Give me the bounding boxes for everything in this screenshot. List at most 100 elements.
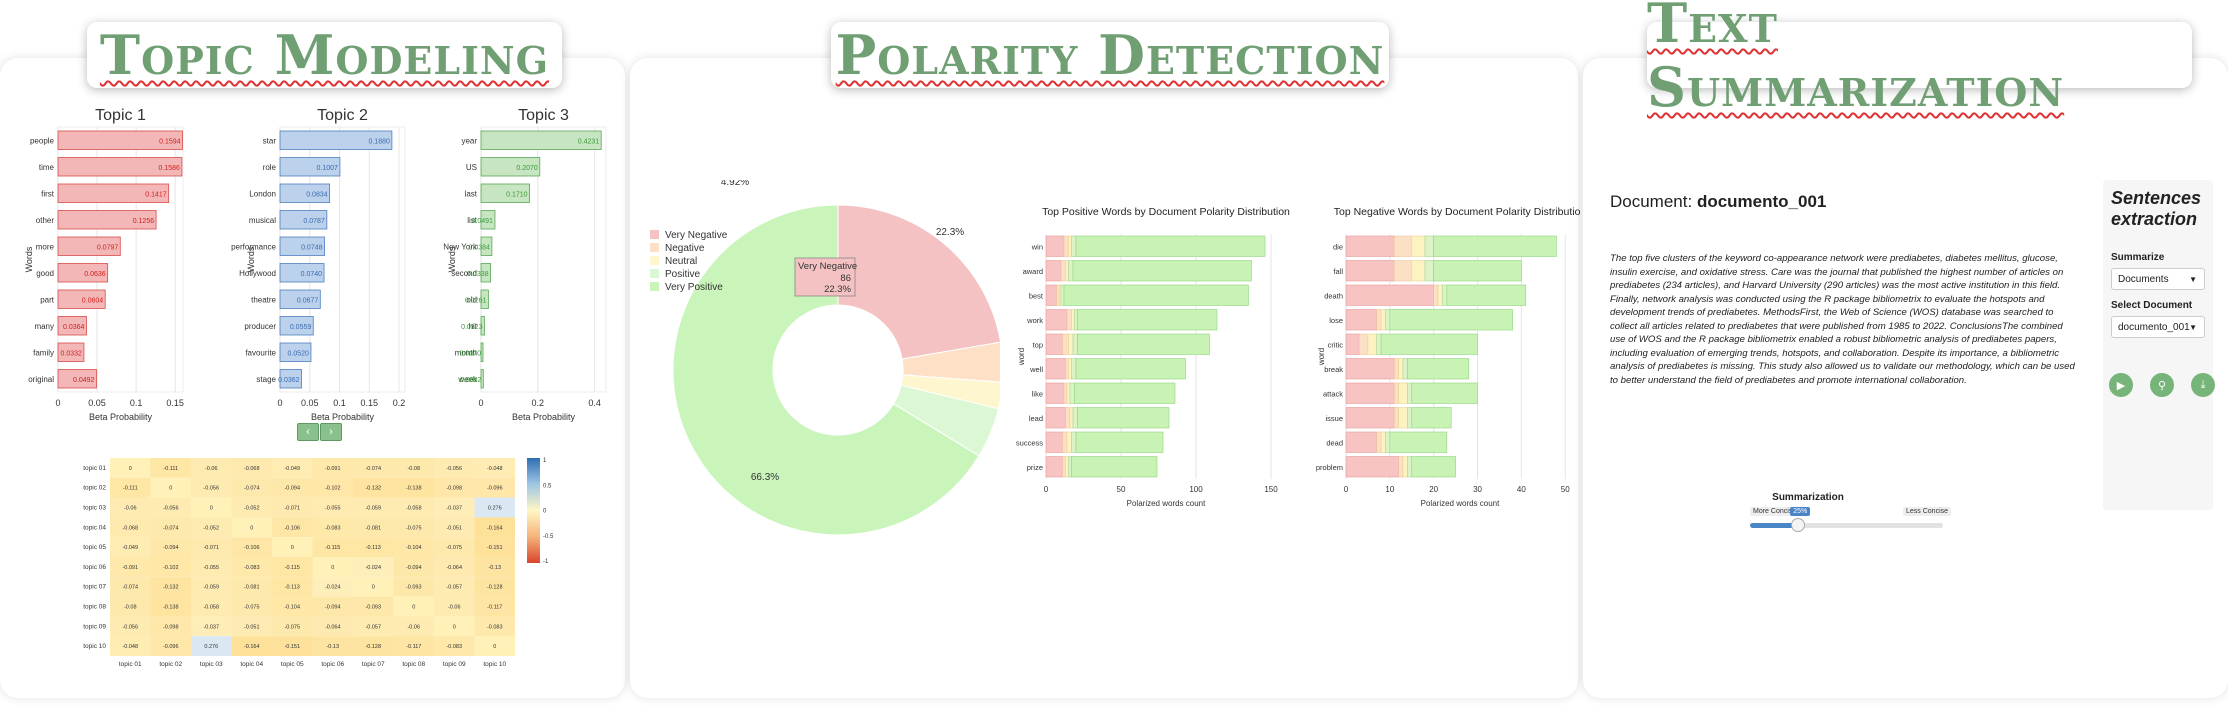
stack-segment bbox=[1398, 407, 1408, 429]
sidebar-title: Sentences extraction bbox=[2111, 188, 2202, 229]
stack-segment bbox=[1345, 407, 1395, 429]
x-tick-label: 0.15 bbox=[361, 398, 379, 408]
legend-swatch bbox=[650, 230, 659, 239]
y-axis-label: Words bbox=[24, 246, 34, 272]
stack-segment bbox=[1393, 260, 1413, 282]
download-button[interactable]: ⤓ bbox=[2191, 373, 2215, 397]
stack-segment bbox=[1376, 333, 1382, 355]
x-axis-label: Polarized words count bbox=[1127, 499, 1206, 508]
chevron-down-icon: ▼ bbox=[2189, 323, 2197, 332]
stack-segment bbox=[1045, 260, 1062, 282]
cell-value: 0 bbox=[372, 585, 375, 591]
stack-segment bbox=[1066, 382, 1071, 404]
summarize-value: Documents bbox=[2118, 274, 2169, 285]
value-label: 0.0520 bbox=[288, 350, 310, 357]
colorbar-tick: 0.5 bbox=[543, 483, 552, 489]
cell-value: -0.102 bbox=[325, 486, 341, 492]
row-label: topic 01 bbox=[83, 465, 106, 472]
row-label: topic 04 bbox=[83, 524, 106, 531]
word-label: original bbox=[28, 375, 54, 384]
cell-value: -0.083 bbox=[487, 624, 503, 630]
stack-segment bbox=[1072, 260, 1252, 282]
cell-value: -0.074 bbox=[365, 466, 381, 472]
next-topics-button[interactable]: › bbox=[320, 423, 342, 441]
cell-value: -0.06 bbox=[448, 605, 461, 611]
cell-value: -0.128 bbox=[365, 644, 381, 650]
cell-value: -0.074 bbox=[122, 585, 138, 591]
stack-segment bbox=[1389, 309, 1513, 331]
value-label: 0.0787 bbox=[303, 218, 325, 225]
stack-segment bbox=[1446, 284, 1527, 306]
x-tick-label: 0 bbox=[277, 398, 282, 408]
legend-swatch bbox=[650, 256, 659, 265]
stack-segment bbox=[1411, 407, 1452, 429]
cell-value: -0.132 bbox=[163, 585, 179, 591]
stack-segment bbox=[1045, 407, 1066, 429]
cell-value: 0 bbox=[129, 466, 132, 472]
x-tick-label: 0.05 bbox=[88, 398, 106, 408]
tooltip-count: 86 bbox=[840, 273, 851, 284]
cell-value: -0.037 bbox=[446, 506, 462, 512]
stack-segment bbox=[1411, 260, 1426, 282]
cell-value: 0.276 bbox=[488, 506, 502, 512]
prev-topics-button[interactable]: ‹ bbox=[297, 423, 319, 441]
word-label: lose bbox=[1329, 316, 1343, 325]
cell-value: -0.096 bbox=[487, 486, 503, 492]
cell-value: -0.094 bbox=[325, 605, 341, 611]
word-label: favourite bbox=[245, 348, 276, 357]
cell-value: -0.115 bbox=[325, 545, 340, 551]
stack-segment bbox=[1072, 333, 1078, 355]
stack-segment bbox=[1437, 284, 1443, 306]
colorbar-tick: 1 bbox=[543, 458, 547, 464]
play-button[interactable]: ▶ bbox=[2109, 373, 2133, 397]
stack-segment bbox=[1376, 309, 1382, 331]
row-label: topic 09 bbox=[83, 623, 106, 630]
x-tick-label: 50 bbox=[1561, 485, 1570, 494]
word-label: time bbox=[39, 163, 55, 172]
cell-value: -0.056 bbox=[163, 506, 179, 512]
cell-value: -0.074 bbox=[163, 525, 179, 531]
stack-segment bbox=[1065, 358, 1069, 380]
value-label: 0.4231 bbox=[578, 138, 600, 145]
value-label: 0.0492 bbox=[73, 377, 95, 384]
x-axis-label: Beta Probability bbox=[512, 412, 576, 422]
x-axis-label: Beta Probability bbox=[311, 412, 375, 422]
stack-segment bbox=[1045, 382, 1065, 404]
x-tick-label: 0.05 bbox=[301, 398, 319, 408]
word-label: like bbox=[1032, 389, 1043, 398]
cell-value: -0.037 bbox=[203, 624, 219, 630]
x-tick-label: 0 bbox=[1044, 485, 1049, 494]
cell-value: -0.132 bbox=[365, 486, 381, 492]
word-label: win bbox=[1031, 242, 1043, 251]
summarization-slider[interactable] bbox=[1750, 518, 1943, 532]
stack-segment bbox=[1424, 235, 1434, 257]
donut-slice bbox=[837, 204, 1000, 360]
cell-value: -0.13 bbox=[326, 644, 339, 650]
topic-modeling-title: Topic Modeling bbox=[87, 22, 562, 88]
cell-value: -0.138 bbox=[163, 605, 179, 611]
stack-segment bbox=[1074, 309, 1078, 331]
legend-label: Very Negative bbox=[665, 230, 728, 241]
summarize-select[interactable]: Documents ▼ bbox=[2111, 268, 2205, 290]
value-label: 0.0677 bbox=[297, 297, 319, 304]
stack-segment bbox=[1380, 431, 1386, 453]
stack-segment bbox=[1407, 407, 1413, 429]
stack-segment bbox=[1065, 407, 1071, 429]
x-tick-label: 40 bbox=[1517, 485, 1526, 494]
search-button[interactable]: ⚲ bbox=[2150, 373, 2174, 397]
stack-segment bbox=[1380, 309, 1386, 331]
stack-segment bbox=[1060, 260, 1066, 282]
cell-value: -0.093 bbox=[365, 605, 381, 611]
stack-segment bbox=[1045, 235, 1065, 257]
cell-value: -0.058 bbox=[203, 605, 219, 611]
cell-value: -0.115 bbox=[285, 565, 300, 571]
value-label: 0.1710 bbox=[506, 191, 528, 198]
x-tick-label: 100 bbox=[1189, 485, 1203, 494]
cell-value: -0.128 bbox=[487, 585, 503, 591]
select-document-select[interactable]: documento_001 ▼ bbox=[2111, 316, 2205, 338]
word-label: good bbox=[36, 269, 54, 278]
colorbar-tick: -0.5 bbox=[543, 534, 554, 540]
value-label: 0.0748 bbox=[301, 244, 323, 251]
stack-segment bbox=[1345, 456, 1399, 478]
cell-value: -0.102 bbox=[163, 565, 179, 571]
